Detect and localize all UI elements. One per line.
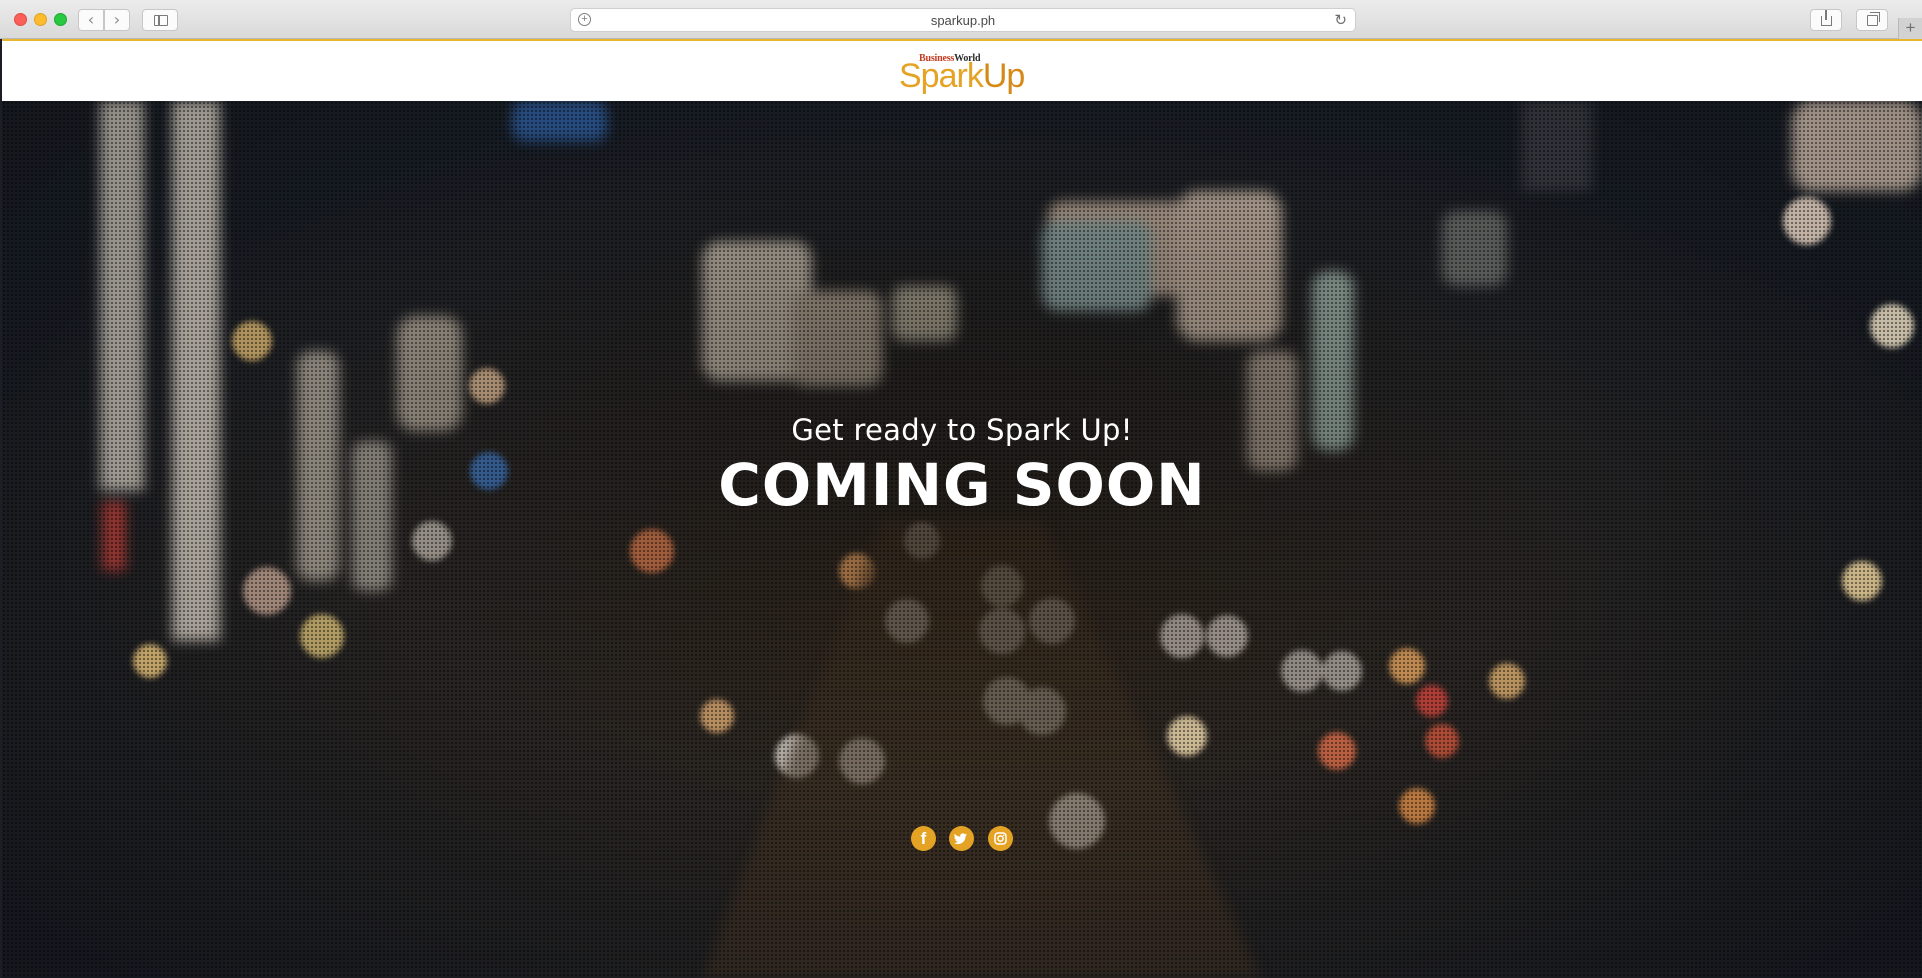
minimize-window-button[interactable]: [34, 13, 47, 26]
share-button[interactable]: [1810, 9, 1842, 31]
web-page: BusinessWorld SparkUp Get ready to Spark…: [2, 39, 1922, 978]
instagram-icon: [994, 832, 1007, 845]
back-button[interactable]: ‹: [78, 9, 104, 31]
twitter-link[interactable]: [949, 826, 974, 851]
site-header: BusinessWorld SparkUp: [2, 39, 1922, 101]
sparkup-logo[interactable]: BusinessWorld SparkUp: [899, 53, 1025, 95]
close-window-button[interactable]: [14, 13, 27, 26]
logo-up-text: Up: [982, 57, 1025, 95]
show-tabs-button[interactable]: [1856, 9, 1888, 31]
twitter-icon: [953, 833, 967, 845]
facebook-link[interactable]: f: [911, 826, 936, 851]
url-text: sparkup.ph: [930, 13, 996, 28]
forward-button[interactable]: ›: [104, 9, 130, 31]
zoom-window-button[interactable]: [54, 13, 67, 26]
instagram-link[interactable]: [988, 826, 1013, 851]
share-icon: [1821, 10, 1832, 26]
sparkup-wordmark: SparkUp: [899, 57, 1025, 95]
hero-headline: COMING SOON: [718, 451, 1206, 519]
address-bar[interactable]: + sparkup.ph ↻: [570, 8, 1356, 32]
chevron-right-icon: ›: [113, 10, 121, 29]
tabs-icon: [1867, 12, 1880, 26]
logo-spark-text: Spark: [899, 57, 984, 95]
hero-tagline: Get ready to Spark Up!: [791, 413, 1133, 447]
browser-toolbar: ‹ › + sparkup.ph ↻ +: [0, 0, 1922, 39]
new-tab-button[interactable]: +: [1898, 18, 1922, 39]
hero-background: Get ready to Spark Up! COMING SOON f: [2, 101, 1922, 978]
chevron-left-icon: ‹: [87, 10, 95, 29]
reload-icon[interactable]: ↻: [1334, 11, 1347, 29]
sidebar-icon: [154, 15, 168, 26]
sidebar-toggle-button[interactable]: [142, 9, 178, 31]
facebook-icon: f: [920, 829, 927, 848]
